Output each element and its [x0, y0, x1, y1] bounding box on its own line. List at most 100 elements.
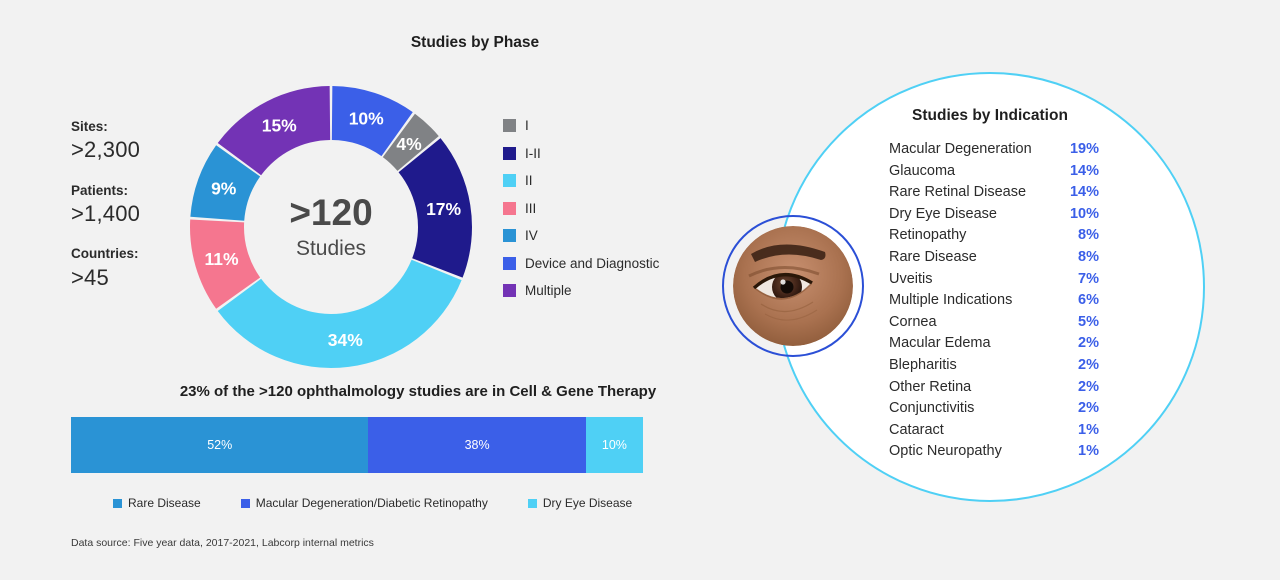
- donut-svg: 10% 4% 17% 34% 11% 9% 15% >120 Studies: [190, 86, 472, 368]
- indication-percent: 5%: [1078, 313, 1099, 330]
- indication-name: Uveitis: [889, 270, 933, 287]
- indication-percent: 1%: [1078, 421, 1099, 438]
- indication-row: Blepharitis 2%: [889, 357, 1099, 379]
- indication-row: Multiple Indications 6%: [889, 292, 1099, 314]
- legend-swatch: [503, 119, 516, 133]
- indication-name: Blepharitis: [889, 356, 957, 373]
- legend-swatch: [503, 201, 516, 215]
- stacked-bar-legend: Rare Disease Macular Degeneration/Diabeti…: [113, 496, 672, 510]
- indication-row: Rare Disease 8%: [889, 249, 1099, 271]
- indication-percent: 8%: [1078, 227, 1099, 244]
- indication-row: Dry Eye Disease 10%: [889, 206, 1099, 228]
- legend-swatch: [503, 229, 516, 243]
- donut-center-value: >120: [289, 192, 372, 233]
- indication-name: Macular Edema: [889, 335, 991, 352]
- indication-percent: 1%: [1078, 443, 1099, 460]
- bar-segment[interactable]: 38%: [368, 417, 586, 473]
- indication-name: Optic Neuropathy: [889, 443, 1002, 460]
- studies-by-indication-title: Studies by Indication: [912, 107, 1068, 124]
- indication-name: Other Retina: [889, 378, 972, 395]
- indication-percent: 19%: [1069, 141, 1099, 157]
- bar-segment[interactable]: 10%: [585, 417, 643, 473]
- bar-legend-label: Rare Disease: [128, 496, 201, 510]
- bar-segment-label: 10%: [601, 438, 627, 452]
- legend-label: I-II: [525, 145, 541, 161]
- indication-row: Cornea 5%: [889, 314, 1099, 336]
- data-source-note: Data source: Five year data, 2017-2021, …: [71, 537, 374, 549]
- legend-label: Device and Diagnostic: [525, 255, 660, 271]
- indication-row: Retinopathy 8%: [889, 227, 1099, 249]
- cell-gene-therapy-title: 23% of the >120 ophthalmology studies ar…: [179, 383, 657, 400]
- bar-legend-swatch: [527, 498, 537, 508]
- legend-item[interactable]: I: [503, 112, 659, 140]
- indication-name: Conjunctivitis: [889, 400, 975, 417]
- legend-item[interactable]: Device and Diagnostic: [503, 250, 659, 278]
- indication-percent: 7%: [1078, 270, 1099, 287]
- bar-segment-label: 38%: [464, 438, 490, 452]
- indication-name: Glaucoma: [889, 162, 956, 179]
- indication-name: Dry Eye Disease: [889, 205, 997, 222]
- bar-legend-label: Macular Degeneration/Diabetic Retinopath…: [255, 496, 488, 510]
- donut-slice-label: 34%: [328, 330, 363, 350]
- indication-name: Retinopathy: [889, 227, 967, 244]
- legend-item[interactable]: I-II: [503, 140, 659, 168]
- legend-label: III: [525, 200, 537, 216]
- bar-legend-item[interactable]: Dry Eye Disease: [527, 496, 633, 510]
- indication-row: Conjunctivitis 2%: [889, 400, 1099, 422]
- indication-row: Cataract 1%: [889, 422, 1099, 444]
- legend-item[interactable]: II: [503, 167, 659, 195]
- indication-name: Macular Degeneration: [889, 141, 1032, 157]
- indication-row: Macular Edema 2%: [889, 335, 1099, 357]
- indication-name: Cataract: [889, 421, 944, 438]
- legend-swatch: [503, 284, 516, 298]
- indication-percent: 2%: [1078, 378, 1099, 395]
- legend-item[interactable]: III: [503, 195, 659, 223]
- donut-legend: I I-II II III IV Device and Diagnostic Multipl…: [503, 112, 659, 305]
- indication-name: Cornea: [889, 313, 937, 330]
- bar-segment-label: 52%: [207, 438, 233, 452]
- indication-row: Other Retina 2%: [889, 379, 1099, 401]
- bar-legend-item[interactable]: Rare Disease: [113, 496, 201, 510]
- bar-legend-swatch: [113, 498, 122, 508]
- indication-row: Uveitis 7%: [889, 271, 1099, 293]
- donut-center-subtitle: Studies: [296, 237, 366, 260]
- indication-percent: 14%: [1069, 162, 1099, 179]
- donut-chart-title: Studies by Phase: [410, 34, 540, 51]
- indication-name: Rare Retinal Disease: [889, 184, 1027, 201]
- legend-item[interactable]: IV: [503, 222, 659, 250]
- legend-swatch: [503, 146, 516, 160]
- indication-name: Rare Disease: [889, 248, 977, 265]
- legend-label: I: [525, 118, 529, 134]
- cell-gene-therapy-stacked-bar: 52% 38% 10%: [71, 417, 643, 473]
- indication-percent: 10%: [1069, 205, 1099, 222]
- indication-list: Macular Degeneration 19% Glaucoma 14% Rare R…: [889, 141, 1099, 465]
- bar-legend-item[interactable]: Macular Degeneration/Diabetic Retinopath…: [240, 496, 488, 510]
- indication-row: Rare Retinal Disease 14%: [889, 184, 1099, 206]
- legend-swatch: [503, 174, 516, 188]
- legend-label: IV: [525, 228, 538, 244]
- legend-item[interactable]: Multiple: [503, 277, 659, 305]
- legend-label: Multiple: [525, 283, 572, 299]
- indication-percent: 2%: [1078, 335, 1099, 352]
- indication-row: Optic Neuropathy 1%: [889, 443, 1099, 465]
- donut-slice-label: 11%: [204, 249, 238, 269]
- donut-slice-label: 4%: [396, 134, 422, 154]
- indication-percent: 2%: [1078, 356, 1099, 373]
- indication-percent: 2%: [1078, 400, 1099, 417]
- indication-percent: 14%: [1069, 184, 1099, 201]
- legend-label: II: [525, 173, 533, 189]
- donut-slice-label: 15%: [262, 115, 297, 135]
- indication-percent: 8%: [1078, 248, 1099, 265]
- eye-photo-ring: [722, 215, 864, 357]
- donut-slice-label: 17%: [426, 199, 461, 219]
- bar-segment[interactable]: 52%: [71, 417, 369, 473]
- legend-swatch: [503, 256, 516, 270]
- indication-row: Glaucoma 14%: [889, 163, 1099, 185]
- donut-slice-label: 10%: [349, 109, 384, 129]
- indication-name: Multiple Indications: [889, 292, 1013, 309]
- indication-row: Macular Degeneration 19%: [889, 141, 1099, 163]
- donut-slice-label: 9%: [211, 178, 237, 198]
- studies-by-phase-donut-chart: 10% 4% 17% 34% 11% 9% 15% >120 Studies: [186, 82, 476, 372]
- bar-legend-label: Dry Eye Disease: [542, 496, 633, 510]
- bar-legend-swatch: [240, 498, 250, 508]
